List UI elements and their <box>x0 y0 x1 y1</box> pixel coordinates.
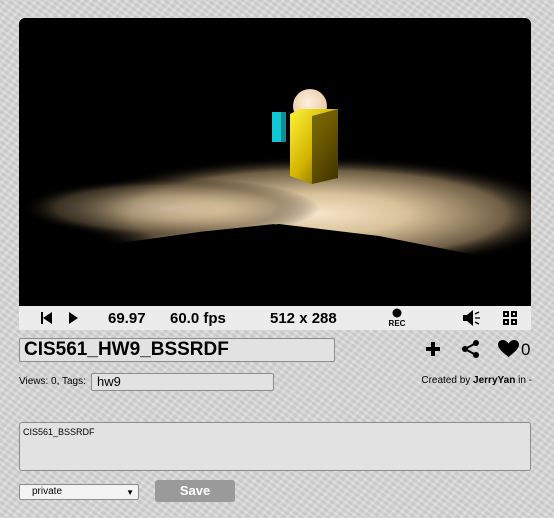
fullscreen-icon[interactable] <box>503 306 517 330</box>
privacy-select[interactable]: private ▼ <box>19 484 139 500</box>
rec-label: REC <box>388 319 406 328</box>
shader-viewport[interactable] <box>19 18 531 306</box>
share-icon[interactable] <box>461 339 480 364</box>
author-link[interactable]: JerryYan <box>473 375 515 386</box>
views-tags-label: Views: 0, Tags: <box>19 376 86 387</box>
rec-button[interactable]: REC <box>385 306 409 330</box>
tags-input[interactable]: hw9 <box>91 373 274 391</box>
render-canvas[interactable] <box>19 18 531 306</box>
cyan-block-side <box>281 112 286 142</box>
skip-back-icon[interactable] <box>41 306 53 330</box>
privacy-value: private <box>32 486 63 497</box>
time-display: 69.97 <box>108 310 146 327</box>
created-suffix: in - <box>518 375 532 386</box>
resolution-display: 512 x 288 <box>270 310 337 327</box>
fps-display: 60.0 fps <box>170 310 226 327</box>
player-controls: 69.97 60.0 fps 512 x 288 REC <box>19 306 531 330</box>
save-button[interactable]: Save <box>155 480 235 502</box>
yellow-cube-side <box>312 109 338 184</box>
plus-icon[interactable] <box>425 339 441 364</box>
play-icon[interactable] <box>69 306 79 330</box>
shader-title-input[interactable]: CIS561_HW9_BSSRDF <box>19 338 335 362</box>
volume-icon[interactable] <box>463 306 481 330</box>
chevron-down-icon: ▼ <box>126 488 134 497</box>
description-textarea[interactable]: CIS561_BSSRDF <box>19 422 531 471</box>
heart-icon[interactable] <box>498 339 519 364</box>
created-by: Created by JerryYan in - <box>421 375 532 386</box>
created-prefix: Created by <box>421 375 471 386</box>
likes-count: 0 <box>521 340 531 359</box>
